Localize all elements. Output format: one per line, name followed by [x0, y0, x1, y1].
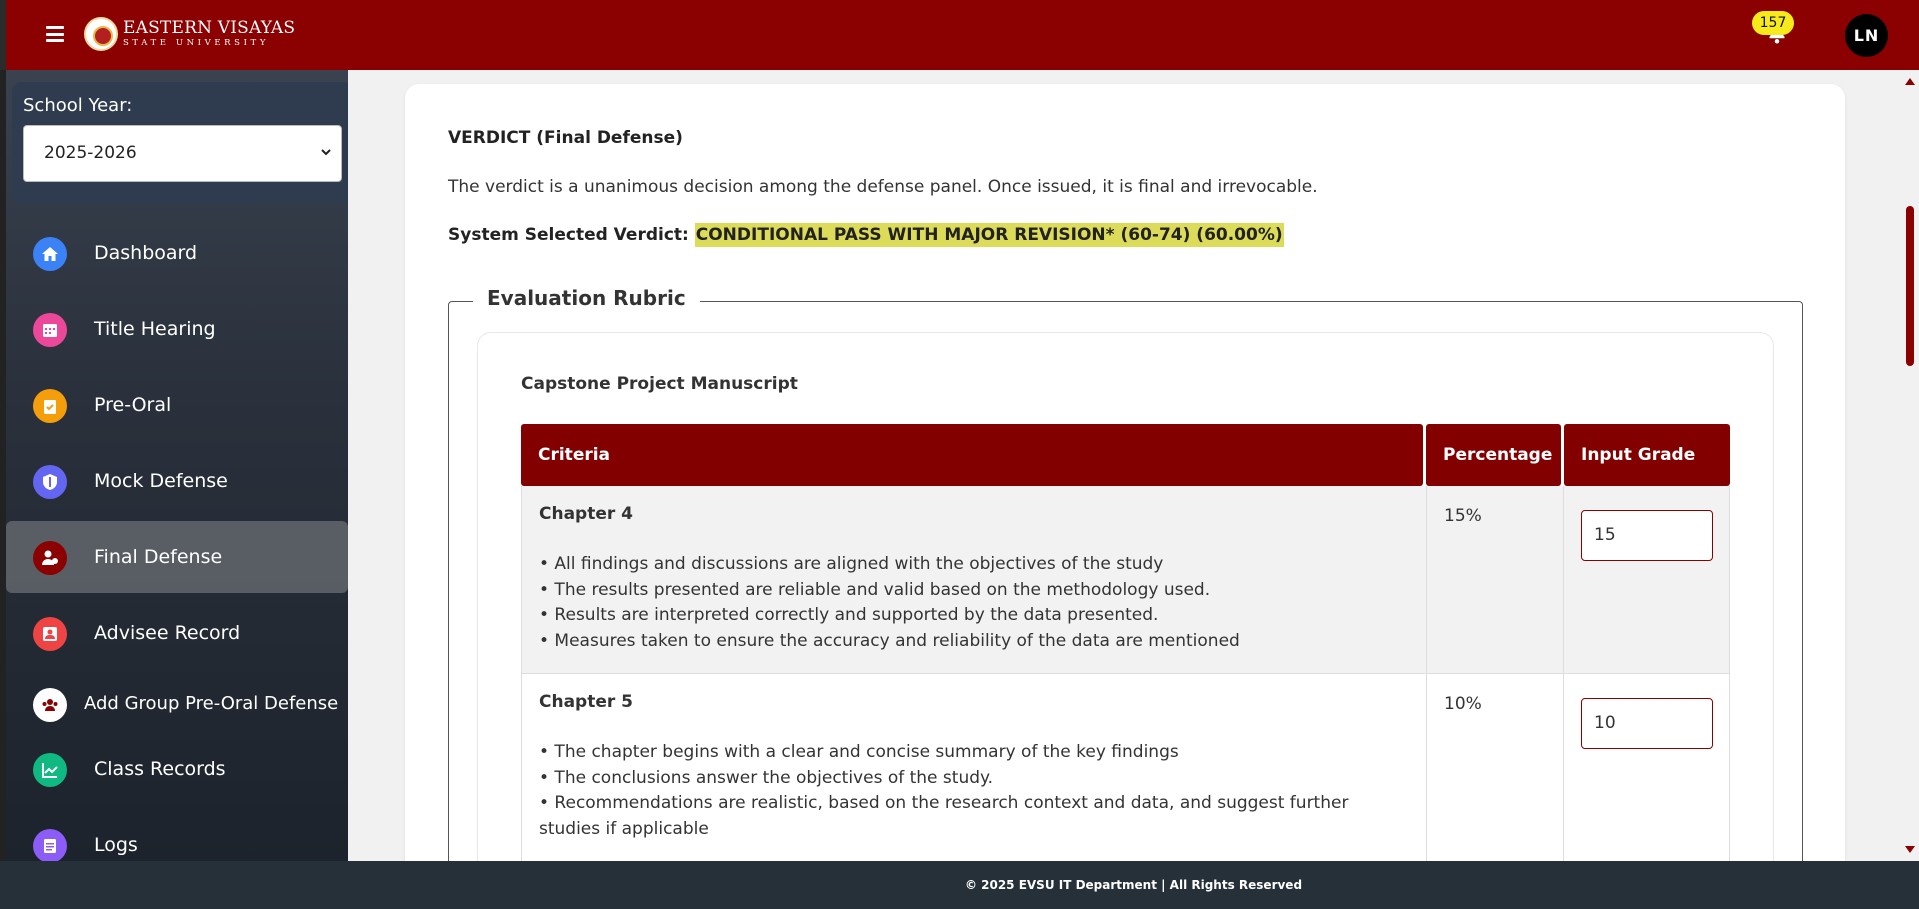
scrollbar-thumb[interactable]	[1906, 206, 1914, 366]
rubric-section-title: Capstone Project Manuscript	[521, 374, 798, 394]
criteria-name: Chapter 4	[539, 504, 634, 524]
evaluation-rubric-legend: Evaluation Rubric	[473, 286, 700, 310]
rubric-section-card: Capstone Project Manuscript Criteria Per…	[477, 332, 1774, 892]
criteria-point: • Measures taken to ensure the accuracy …	[539, 630, 1240, 651]
criteria-point: • The results presented are reliable and…	[539, 579, 1211, 600]
system-verdict-label: System Selected Verdict:	[448, 225, 689, 245]
sidebar-item-label: Class Records	[94, 758, 226, 780]
input-grade-cell: 10	[1563, 674, 1730, 873]
verdict-card: VERDICT (Final Defense) The verdict is a…	[405, 84, 1845, 904]
graduate-icon	[33, 617, 67, 651]
sidebar-item-dashboard[interactable]: Dashboard	[6, 217, 348, 289]
school-year-select[interactable]: 2025-2026	[23, 125, 342, 182]
system-verdict: System Selected Verdict: CONDITIONAL PAS…	[448, 223, 1284, 247]
university-logo[interactable]: EASTERN VISAYAS STATE UNIVERSITY	[84, 17, 295, 51]
main-content: VERDICT (Final Defense) The verdict is a…	[348, 70, 1901, 904]
verdict-description: The verdict is a unanimous decision amon…	[448, 177, 1318, 197]
column-header-criteria: Criteria	[521, 424, 1423, 486]
school-year-label: School Year:	[23, 95, 133, 116]
school-year-selected-value: 2025-2026	[44, 143, 137, 163]
verdict-title: VERDICT (Final Defense)	[448, 128, 683, 148]
file-list-icon	[33, 829, 67, 863]
table-row: Chapter 5 • The chapter begins with a cl…	[521, 674, 1730, 874]
school-year-panel: School Year: 2025-2026	[12, 82, 353, 204]
rubric-table: Criteria Percentage Input Grade Chapter …	[521, 424, 1730, 874]
column-header-input-grade: Input Grade	[1564, 424, 1730, 486]
clipboard-check-icon	[33, 389, 67, 423]
calendar-icon	[33, 313, 67, 347]
brand-name: EASTERN VISAYAS	[123, 18, 296, 39]
university-seal-icon	[84, 17, 118, 51]
system-verdict-value: CONDITIONAL PASS WITH MAJOR REVISION* (6…	[694, 223, 1284, 247]
scroll-up-arrow-icon[interactable]	[1905, 78, 1915, 85]
input-grade-cell: 15	[1563, 486, 1730, 673]
hamburger-menu-icon[interactable]	[46, 26, 64, 42]
sidebar-item-pre-oral[interactable]: Pre-Oral	[6, 369, 348, 441]
sidebar-item-label: Mock Defense	[94, 470, 228, 492]
criteria-cell: Chapter 4 • All findings and discussions…	[521, 486, 1425, 673]
sidebar-item-label: Title Hearing	[94, 318, 216, 340]
sidebar-item-final-defense[interactable]: Final Defense	[6, 521, 348, 593]
sidebar-item-title-hearing[interactable]: Title Hearing	[6, 293, 348, 365]
home-icon	[33, 237, 67, 271]
table-header: Criteria Percentage Input Grade	[521, 424, 1730, 486]
sidebar-item-mock-defense[interactable]: Mock Defense	[6, 445, 348, 517]
chart-line-icon	[33, 753, 67, 787]
percentage-cell: 15%	[1426, 486, 1562, 673]
sidebar-item-label: Add Group Pre-Oral Defense	[84, 693, 339, 714]
criteria-point: • The chapter begins with a clear and co…	[539, 742, 1179, 762]
criteria-point: • All findings and discussions are align…	[539, 554, 1164, 574]
criteria-name: Chapter 5	[539, 692, 634, 712]
percentage-cell: 10%	[1426, 674, 1562, 873]
sidebar-item-label: Pre-Oral	[94, 394, 172, 416]
brand-subtitle: STATE UNIVERSITY	[123, 38, 270, 49]
column-header-percentage: Percentage	[1426, 424, 1561, 486]
criteria-cell: Chapter 5 • The chapter begins with a cl…	[521, 674, 1425, 873]
shield-icon	[33, 465, 67, 499]
chevron-down-icon	[321, 149, 331, 156]
sidebar-item-label: Dashboard	[94, 242, 198, 264]
users-icon	[33, 688, 67, 722]
main-scrollbar[interactable]	[1901, 70, 1919, 861]
top-navbar: EASTERN VISAYAS STATE UNIVERSITY 157 LN	[0, 0, 1919, 70]
footer: © 2025 EVSU IT Department | All Rights R…	[0, 861, 1919, 909]
grade-input-chapter-4[interactable]: 15	[1581, 510, 1713, 561]
sidebar: School Year: 2025-2026 Dashboard Title H…	[0, 70, 353, 863]
sidebar-item-label: Final Defense	[94, 546, 223, 568]
sidebar-item-advisee-record[interactable]: Advisee Record	[6, 597, 348, 669]
user-avatar[interactable]: LN	[1845, 14, 1888, 57]
evaluation-rubric-fieldset: Evaluation Rubric Capstone Project Manus…	[448, 286, 1803, 901]
user-check-icon	[33, 541, 67, 575]
table-row: Chapter 4 • All findings and discussions…	[521, 486, 1730, 674]
criteria-point: • Results are interpreted correctly and …	[539, 605, 1159, 625]
scroll-down-arrow-icon[interactable]	[1905, 846, 1915, 853]
sidebar-item-class-records[interactable]: Class Records	[6, 733, 348, 805]
grade-input-chapter-5[interactable]: 10	[1581, 698, 1713, 749]
sidebar-item-add-group-pre-oral-defense[interactable]: Add Group Pre-Oral Defense	[6, 668, 348, 740]
notification-count-badge[interactable]: 157	[1752, 11, 1794, 35]
sidebar-item-label: Logs	[94, 834, 138, 856]
criteria-point: • The conclusions answer the objectives …	[539, 767, 994, 788]
sidebar-item-label: Advisee Record	[94, 622, 241, 644]
footer-copyright: © 2025 EVSU IT Department | All Rights R…	[964, 878, 1303, 892]
criteria-point: • Recommendations are realistic, based o…	[539, 793, 1349, 839]
